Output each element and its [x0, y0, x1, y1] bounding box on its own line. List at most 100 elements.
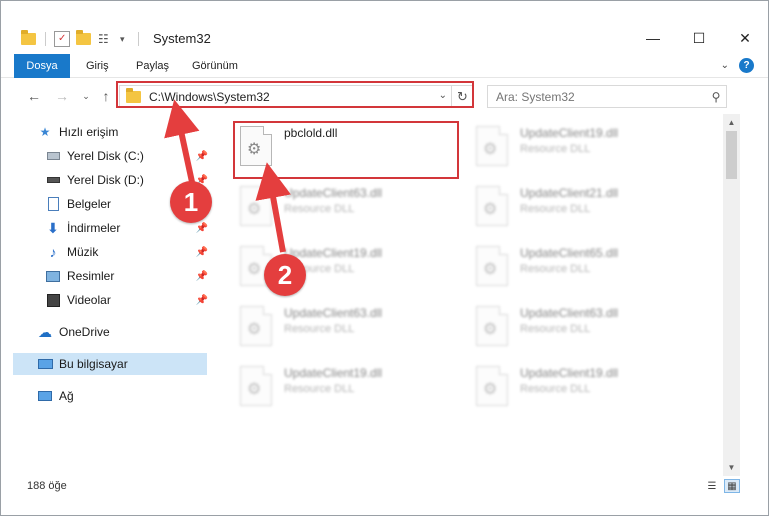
title-bar: ✓ ☷ ▾ System32 — ☐ ✕ [1, 1, 768, 47]
toolbar-divider [138, 32, 139, 46]
dll-file-icon: ⚙ [476, 246, 508, 286]
file-item[interactable]: ⚙ UpdateClient19.dll Resource DLL [234, 362, 454, 414]
properties-icon[interactable]: ✓ [54, 31, 70, 47]
file-name: UpdateClient21.dll [520, 186, 619, 200]
computer-icon [37, 356, 53, 372]
file-name: UpdateClient63.dll [284, 186, 383, 200]
pictures-icon [45, 268, 61, 284]
address-bar-highlight [116, 81, 474, 108]
star-icon: ★ [39, 125, 51, 139]
sidebar-item-label: Müzik [67, 245, 99, 259]
pin-icon[interactable]: 📌 [196, 295, 208, 306]
new-folder-icon[interactable] [76, 30, 92, 47]
sidebar-item-label: Yerel Disk (C:) [67, 149, 144, 163]
pin-icon[interactable]: 📌 [196, 223, 208, 234]
sidebar-item-label: Belgeler [67, 197, 112, 211]
sidebar-item-label: İndirmeler [67, 221, 121, 235]
tab-home[interactable]: Giriş [76, 54, 119, 78]
tab-file[interactable]: Dosya [14, 54, 70, 78]
forward-arrow-icon[interactable]: → [53, 87, 71, 105]
file-name: UpdateClient19.dll [284, 246, 383, 260]
drive-icon [45, 148, 61, 164]
file-item[interactable]: ⚙ UpdateClient19.dll Resource DLL [470, 362, 690, 414]
sidebar-item-label: Hızlı erişim [59, 125, 119, 139]
vertical-scrollbar[interactable]: ▲ ▼ [723, 114, 740, 476]
file-item[interactable]: ⚙ UpdateClient19.dll Resource DLL [470, 122, 690, 174]
sidebar-item-onedrive[interactable]: ☁ OneDrive [13, 321, 208, 343]
ribbon-right-controls: ⌄ ? [721, 58, 754, 73]
help-icon[interactable]: ? [739, 58, 754, 73]
search-box[interactable]: ⚲ [487, 85, 727, 108]
file-item[interactable]: ⚙ UpdateClient65.dll Resource DLL [470, 242, 690, 294]
sidebar-item-label: Yerel Disk (D:) [67, 173, 144, 187]
sidebar-item-label: Bu bilgisayar [59, 357, 128, 371]
recent-chevron-icon[interactable]: ⌄ [77, 87, 95, 105]
file-item[interactable]: ⚙ UpdateClient63.dll Resource DLL [234, 182, 454, 234]
sidebar-item-label: OneDrive [59, 325, 110, 339]
scroll-up-icon[interactable]: ▲ [723, 114, 740, 131]
selected-file-highlight [233, 121, 459, 179]
file-item[interactable]: ⚙ UpdateClient63.dll Resource DLL [234, 302, 454, 354]
sidebar-item-label: Ağ [59, 389, 74, 403]
scroll-down-icon[interactable]: ▼ [723, 459, 740, 476]
tiles-view-icon[interactable]: ▦ [724, 479, 740, 493]
file-name: UpdateClient63.dll [520, 306, 619, 320]
file-type: Resource DLL [284, 323, 355, 335]
dll-file-icon: ⚙ [240, 186, 272, 226]
pin-icon[interactable]: 📌 [196, 151, 208, 162]
network-icon [37, 388, 53, 404]
file-item[interactable]: ⚙ UpdateClient21.dll Resource DLL [470, 182, 690, 234]
step-2-badge: 2 [264, 254, 306, 296]
dll-file-icon: ⚙ [476, 186, 508, 226]
tab-share[interactable]: Paylaş [126, 54, 179, 78]
pin-icon[interactable]: 📌 [196, 247, 208, 258]
sidebar-item-this-pc[interactable]: Bu bilgisayar [13, 353, 207, 375]
dll-file-icon: ⚙ [476, 366, 508, 406]
file-type: Resource DLL [520, 203, 591, 215]
file-type: Resource DLL [520, 383, 591, 395]
dll-file-icon: ⚙ [240, 366, 272, 406]
search-input[interactable] [488, 86, 706, 107]
customize-dropdown-icon[interactable]: ▾ [120, 31, 130, 47]
item-count: 188 öğe [27, 480, 67, 492]
close-button[interactable]: ✕ [722, 23, 768, 53]
documents-icon [45, 196, 61, 212]
layout-icon[interactable]: ☷ [98, 31, 114, 47]
ribbon: Dosya Giriş Paylaş Görünüm ⌄ ? [1, 54, 768, 78]
pin-icon[interactable]: 📌 [196, 271, 208, 282]
status-bar: 188 öğe ☰ ▦ [1, 476, 768, 496]
explorer-window: ✓ ☷ ▾ System32 — ☐ ✕ Dosya Giriş Paylaş … [0, 0, 769, 516]
music-icon: ♪ [49, 244, 57, 260]
sidebar-item-music[interactable]: ♪ Müzik 📌 [13, 241, 209, 263]
expand-ribbon-icon[interactable]: ⌄ [721, 60, 729, 71]
maximize-button[interactable]: ☐ [676, 23, 722, 53]
sidebar-item-label: Resimler [67, 269, 115, 283]
sidebar-item-disk-c[interactable]: Yerel Disk (C:) 📌 [13, 145, 208, 167]
details-view-icon[interactable]: ☰ [704, 479, 720, 493]
back-arrow-icon[interactable]: ← [25, 87, 43, 105]
file-item[interactable]: ⚙ UpdateClient63.dll Resource DLL [470, 302, 690, 354]
minimize-button[interactable]: — [630, 23, 676, 53]
search-icon[interactable]: ⚲ [706, 90, 726, 104]
sidebar-item-label: Videolar [67, 293, 111, 307]
tab-view[interactable]: Görünüm [182, 54, 248, 78]
file-type: Resource DLL [520, 263, 591, 275]
file-name: UpdateClient19.dll [520, 126, 619, 140]
file-type: Resource DLL [520, 323, 591, 335]
step-1-badge: 1 [170, 181, 212, 223]
file-name: UpdateClient19.dll [284, 366, 383, 380]
folder-icon [21, 30, 37, 47]
sidebar-item-pictures[interactable]: Resimler 📌 [13, 265, 208, 287]
view-switcher: ☰ ▦ [704, 479, 740, 493]
dll-file-icon: ⚙ [476, 306, 508, 346]
sidebar-item-network[interactable]: Ağ [13, 385, 208, 407]
drive-icon [45, 172, 61, 188]
window-title: System32 [153, 31, 211, 46]
up-arrow-icon[interactable]: ↑ [97, 87, 115, 105]
sidebar-item-downloads[interactable]: ⬇ İndirmeler 📌 [13, 217, 208, 239]
scroll-thumb[interactable] [726, 131, 737, 179]
sidebar-item-videos[interactable]: Videolar 📌 [13, 289, 208, 311]
dll-file-icon: ⚙ [476, 126, 508, 166]
sidebar-item-quick-access[interactable]: ★ Hızlı erişim [13, 121, 208, 143]
dll-file-icon: ⚙ [240, 306, 272, 346]
